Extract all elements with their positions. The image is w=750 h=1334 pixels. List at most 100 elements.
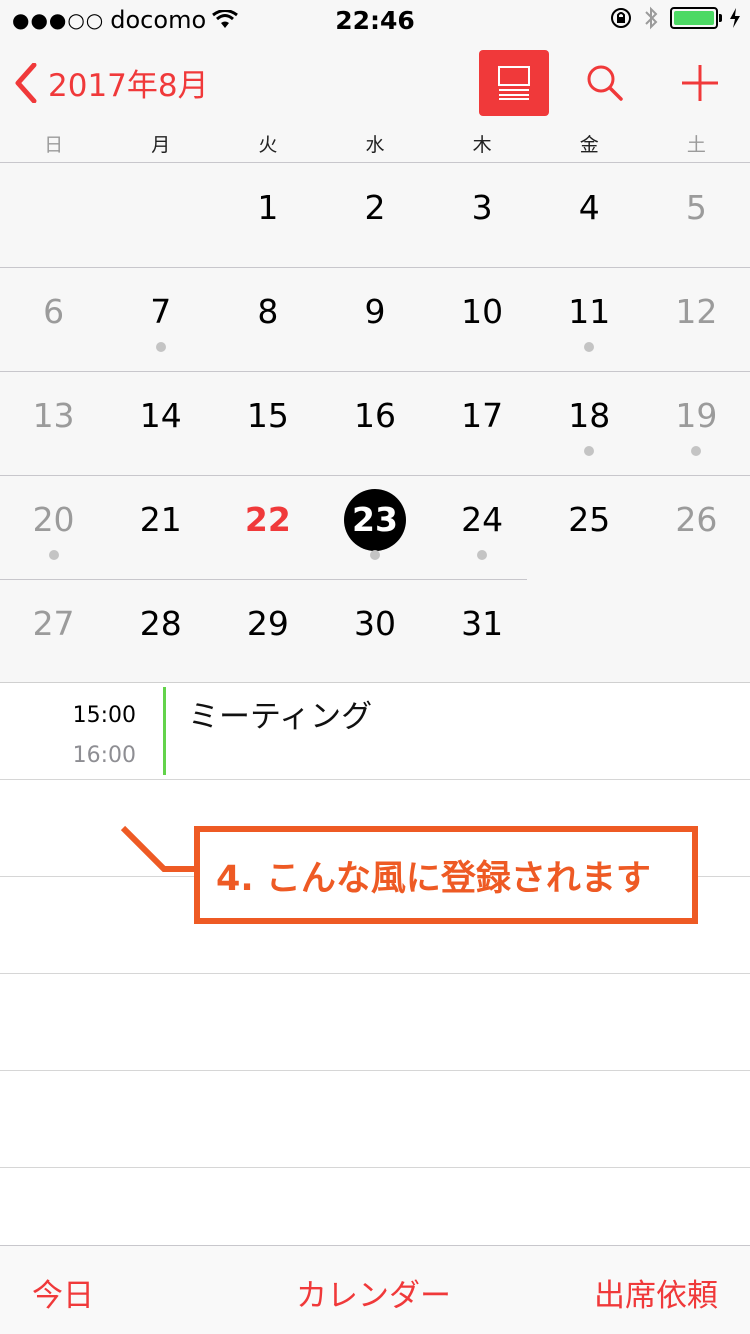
inbox-button[interactable]: 出席依頼 xyxy=(594,1270,718,1315)
hour-divider xyxy=(0,1167,750,1168)
day-number: 9 xyxy=(364,292,386,331)
bluetooth-icon xyxy=(645,6,658,30)
calendar-week-row: 20 21 22 23 24 25 26 xyxy=(0,475,750,579)
event-calendar-color-bar xyxy=(163,687,166,775)
event-indicator-dot xyxy=(584,446,595,456)
day-number: 4 xyxy=(578,188,600,227)
day-number: 25 xyxy=(568,500,611,539)
annotation-pointer xyxy=(120,825,198,872)
day-number: 29 xyxy=(246,604,289,643)
current-month-label: 2017年8月 xyxy=(48,68,209,104)
weekday-fri: 金 xyxy=(579,134,599,156)
day-number: 20 xyxy=(32,500,75,539)
event-row[interactable]: 15:00 16:00 ミーティング xyxy=(0,683,750,780)
day-cell[interactable]: 12 xyxy=(645,267,747,371)
calendar-week-row: 13 14 15 16 17 18 19 xyxy=(0,371,750,475)
day-number: 14 xyxy=(139,396,182,435)
day-cell[interactable]: 27 xyxy=(3,579,105,683)
day-cell[interactable]: 28 xyxy=(110,579,212,683)
day-number: 23 xyxy=(344,489,406,551)
day-number: 6 xyxy=(43,292,65,331)
day-cell[interactable]: 8 xyxy=(217,267,319,371)
day-number: 19 xyxy=(675,396,718,435)
weekday-thu: 木 xyxy=(472,134,492,156)
day-cell[interactable]: 1 xyxy=(217,163,319,267)
day-cell[interactable]: 3 xyxy=(431,163,533,267)
top-bar: ●●●○○ docomo 22:46 2017年8月 日 月 火 水 木 金 土 xyxy=(0,0,750,162)
day-cell[interactable]: 21 xyxy=(110,475,212,579)
day-number: 8 xyxy=(257,292,279,331)
day-cell[interactable]: 16 xyxy=(324,371,426,475)
day-cell[interactable]: 24 xyxy=(431,475,533,579)
day-cell[interactable]: 31 xyxy=(431,579,533,683)
weekday-header: 日 月 火 水 木 金 土 xyxy=(0,130,750,162)
day-cell[interactable]: 2 xyxy=(324,163,426,267)
day-cell[interactable]: 6 xyxy=(3,267,105,371)
calendar-week-row: 6 7 8 9 10 11 12 xyxy=(0,267,750,371)
day-cell[interactable]: 22 xyxy=(217,475,319,579)
day-number: 21 xyxy=(139,500,182,539)
calendar-week-row: 1 2 3 4 5 xyxy=(0,163,750,267)
day-cell[interactable]: 17 xyxy=(431,371,533,475)
day-cell[interactable]: 25 xyxy=(538,475,640,579)
event-list: 15:00 16:00 ミーティング xyxy=(0,682,750,1245)
plus-icon xyxy=(682,65,718,101)
day-number: 10 xyxy=(461,292,504,331)
today-button[interactable]: 今日 xyxy=(32,1270,94,1315)
day-number: 2 xyxy=(364,188,386,227)
day-cell[interactable]: 7 xyxy=(110,267,212,371)
day-number: 18 xyxy=(568,396,611,435)
weekday-sat: 土 xyxy=(686,134,706,156)
day-number: 5 xyxy=(685,188,707,227)
orientation-lock-icon xyxy=(611,8,631,28)
day-cell[interactable]: 29 xyxy=(217,579,319,683)
annotation-callout: 4. こんな風に登録されます xyxy=(194,826,698,924)
day-number: 12 xyxy=(675,292,718,331)
weekday-tue: 火 xyxy=(258,134,278,156)
day-cell[interactable]: 9 xyxy=(324,267,426,371)
day-cell[interactable]: 5 xyxy=(645,163,747,267)
day-number: 24 xyxy=(461,500,504,539)
weekday-wed: 水 xyxy=(365,134,385,156)
day-cell[interactable]: 11 xyxy=(538,267,640,371)
day-cell[interactable]: 19 xyxy=(645,371,747,475)
day-cell[interactable]: 30 xyxy=(324,579,426,683)
event-indicator-dot xyxy=(584,342,595,352)
calendars-button[interactable]: カレンダー xyxy=(296,1270,451,1315)
day-cell[interactable]: 23 xyxy=(324,475,426,579)
day-number: 3 xyxy=(471,188,493,227)
day-cell[interactable]: 26 xyxy=(645,475,747,579)
event-start-time: 15:00 xyxy=(72,703,136,728)
day-number: 26 xyxy=(675,500,718,539)
add-event-button[interactable] xyxy=(665,50,735,116)
day-number: 30 xyxy=(354,604,396,643)
day-number: 1 xyxy=(257,188,279,227)
weekday-mon: 月 xyxy=(151,134,171,156)
search-button[interactable] xyxy=(570,50,640,116)
day-number: 13 xyxy=(32,396,75,435)
day-cell[interactable]: 18 xyxy=(538,371,640,475)
battery-icon xyxy=(670,7,722,29)
event-indicator-dot xyxy=(370,550,380,560)
hour-divider xyxy=(0,1070,750,1071)
back-to-year-button[interactable]: 2017年8月 xyxy=(14,60,209,105)
day-cell[interactable]: 14 xyxy=(110,371,212,475)
day-cell[interactable]: 10 xyxy=(431,267,533,371)
day-cell[interactable]: 4 xyxy=(538,163,640,267)
event-end-time: 16:00 xyxy=(72,743,136,768)
event-indicator-dot xyxy=(48,550,59,560)
charging-icon xyxy=(730,8,740,28)
day-cell[interactable]: 13 xyxy=(3,371,105,475)
list-view-icon xyxy=(498,66,530,100)
day-cell[interactable]: 20 xyxy=(3,475,105,579)
day-cell[interactable]: 15 xyxy=(217,371,319,475)
search-icon xyxy=(587,65,623,101)
weekday-sun: 日 xyxy=(44,134,64,156)
day-number: 11 xyxy=(568,292,611,331)
day-number: 7 xyxy=(150,292,172,331)
status-bar: ●●●○○ docomo 22:46 xyxy=(0,0,750,40)
list-view-toggle-button[interactable] xyxy=(479,50,549,116)
day-number: 22 xyxy=(244,500,291,539)
tab-bar: 今日 カレンダー 出席依頼 xyxy=(0,1245,750,1334)
day-number: 17 xyxy=(461,396,504,435)
